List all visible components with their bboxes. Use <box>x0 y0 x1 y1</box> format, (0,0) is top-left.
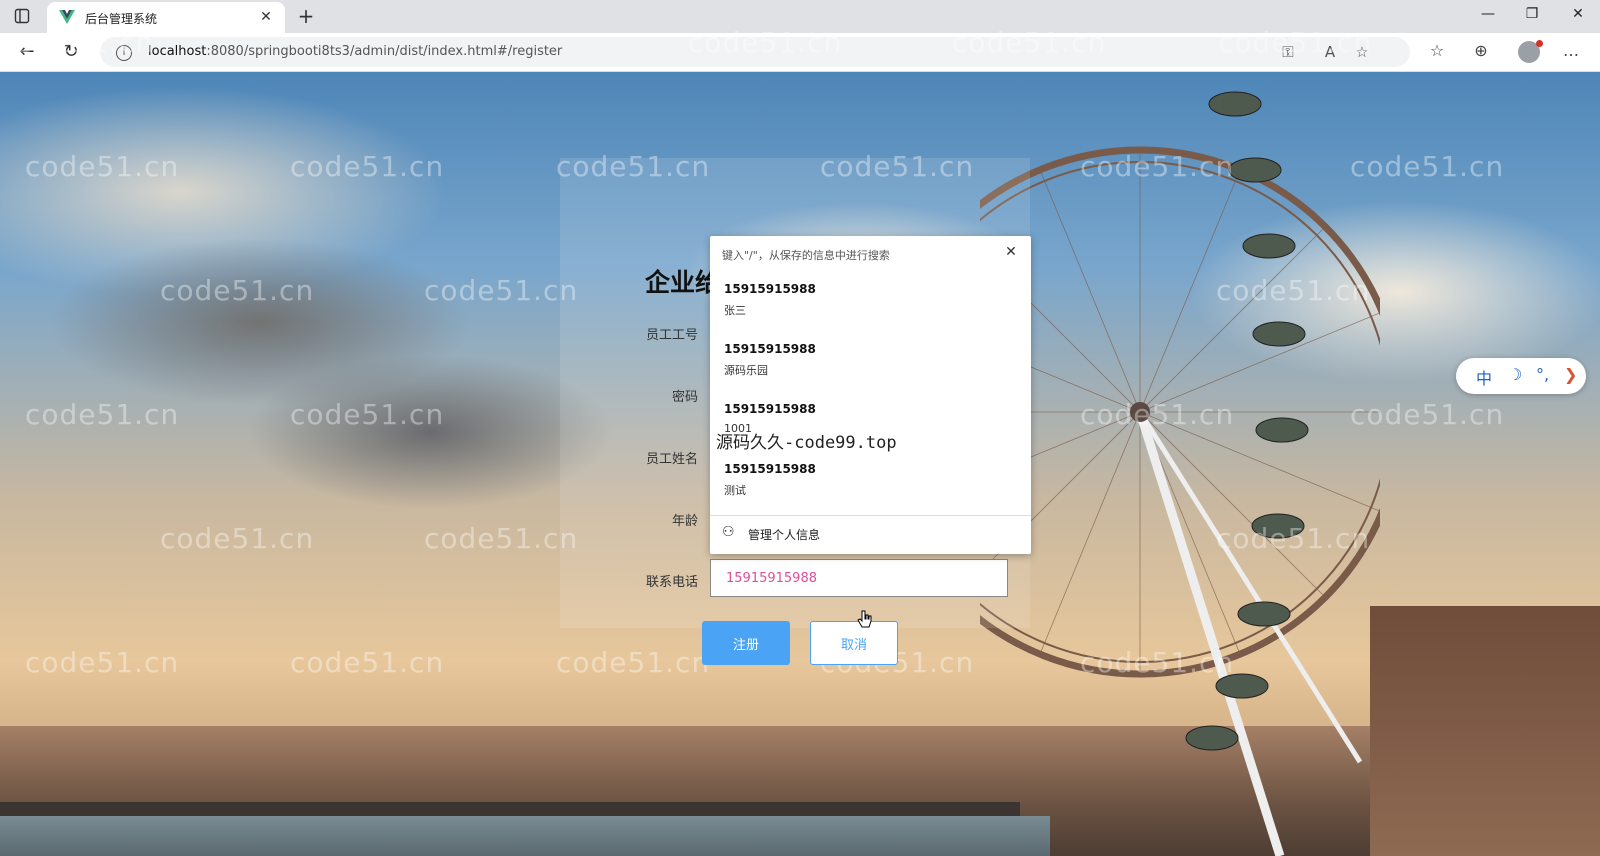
manage-personal-info-button[interactable]: ⚇ 管理个人信息 <box>710 519 1031 549</box>
watermark: code51.cn <box>160 522 315 555</box>
tab-title: 后台管理系统 <box>85 12 158 26</box>
divider <box>710 515 1031 516</box>
watermark: code51.cn <box>1350 398 1505 431</box>
bridge <box>0 802 1020 816</box>
watermark: code51.cn <box>25 398 180 431</box>
phone-label: 联系电话 <box>645 575 698 590</box>
profile-avatar[interactable] <box>1518 40 1543 63</box>
watermark: code51.cn <box>25 646 180 679</box>
ime-toolbar[interactable]: 中 ☽ °, ❯ <box>1456 358 1586 394</box>
autofill-dropdown: 键入"/"，从保存的信息中进行搜索 ✕ 15915915988 张三 15915… <box>710 236 1031 554</box>
new-tab-button[interactable]: + <box>294 4 318 28</box>
suggestion-name: 源码乐园 <box>724 364 768 377</box>
close-icon[interactable]: ✕ <box>1001 242 1021 262</box>
watermark: code51.cn <box>556 646 711 679</box>
watermark: code51.cn <box>0 26 155 59</box>
watermark: code51.cn <box>1216 274 1371 307</box>
phone-input[interactable] <box>710 559 1008 597</box>
cancel-button[interactable]: 取消 <box>810 621 898 665</box>
watermark: code51.cn <box>1216 522 1371 555</box>
watermark: code51.cn <box>160 274 315 307</box>
suggestion-name: 测试 <box>724 484 746 497</box>
person-card-icon: ⚇ <box>722 524 735 540</box>
tab-actions-icon[interactable] <box>14 8 30 24</box>
watermark: code51.cn <box>1080 150 1235 183</box>
moon-icon[interactable]: ☽ <box>1508 365 1522 384</box>
watermark: code51.cn <box>1080 646 1235 679</box>
overlay-watermark: 源码久久-code99.top <box>716 433 897 453</box>
close-window-button[interactable]: ✕ <box>1566 6 1590 22</box>
suggestion-phone: 15915915988 <box>724 282 816 296</box>
suggestion-phone: 15915915988 <box>724 462 816 476</box>
watermark: code51.cn <box>688 26 843 59</box>
suggestion-phone: 15915915988 <box>724 342 816 356</box>
punctuation-icon[interactable]: °, <box>1536 365 1549 384</box>
manage-label: 管理个人信息 <box>748 528 821 542</box>
watermark: code51.cn <box>290 150 445 183</box>
ferris-wheel-image <box>980 91 1380 856</box>
vue-logo-icon <box>59 10 75 24</box>
watermark: code51.cn <box>290 646 445 679</box>
watermark: code51.cn <box>1350 150 1505 183</box>
form-title: 企业给 <box>645 268 721 297</box>
age-label: 年龄 <box>671 514 698 529</box>
autofill-suggestion[interactable]: 15915915988 测试 <box>710 462 1031 520</box>
autofill-suggestion[interactable]: 15915915988 张三 <box>710 282 1031 340</box>
suggestion-phone: 15915915988 <box>724 402 816 416</box>
autofill-suggestion[interactable]: 15915915988 源码乐园 <box>710 342 1031 400</box>
watermark: code51.cn <box>424 522 579 555</box>
watermark: code51.cn <box>424 274 579 307</box>
watermark: code51.cn <box>1080 398 1235 431</box>
employee-id-label: 员工工号 <box>645 328 698 343</box>
autofill-hint: 键入"/"，从保存的信息中进行搜索 <box>722 249 890 262</box>
mouse-cursor-icon <box>857 610 872 628</box>
chevron-right-icon[interactable]: ❯ <box>1564 365 1577 384</box>
url-text: localhost:8080/springbooti8ts3/admin/dis… <box>148 44 563 59</box>
restore-button[interactable]: ❐ <box>1520 6 1544 22</box>
suggestion-name: 张三 <box>724 304 746 317</box>
watermark: code51.cn <box>1218 26 1373 59</box>
more-menu-icon[interactable]: … <box>1560 41 1582 60</box>
river <box>0 816 1050 856</box>
tab-close-icon[interactable]: ✕ <box>257 8 275 26</box>
employee-name-label: 员工姓名 <box>645 452 698 467</box>
favorites-icon[interactable]: ☆ <box>1426 41 1448 60</box>
minimize-button[interactable]: — <box>1476 6 1500 22</box>
ime-language-toggle[interactable]: 中 <box>1476 365 1492 389</box>
password-label: 密码 <box>671 390 698 405</box>
collections-icon[interactable]: ⊕ <box>1470 41 1492 60</box>
watermark: code51.cn <box>25 150 180 183</box>
watermark: code51.cn <box>952 26 1107 59</box>
watermark: code51.cn <box>290 398 445 431</box>
register-button[interactable]: 注册 <box>702 621 790 665</box>
building <box>1370 606 1600 856</box>
